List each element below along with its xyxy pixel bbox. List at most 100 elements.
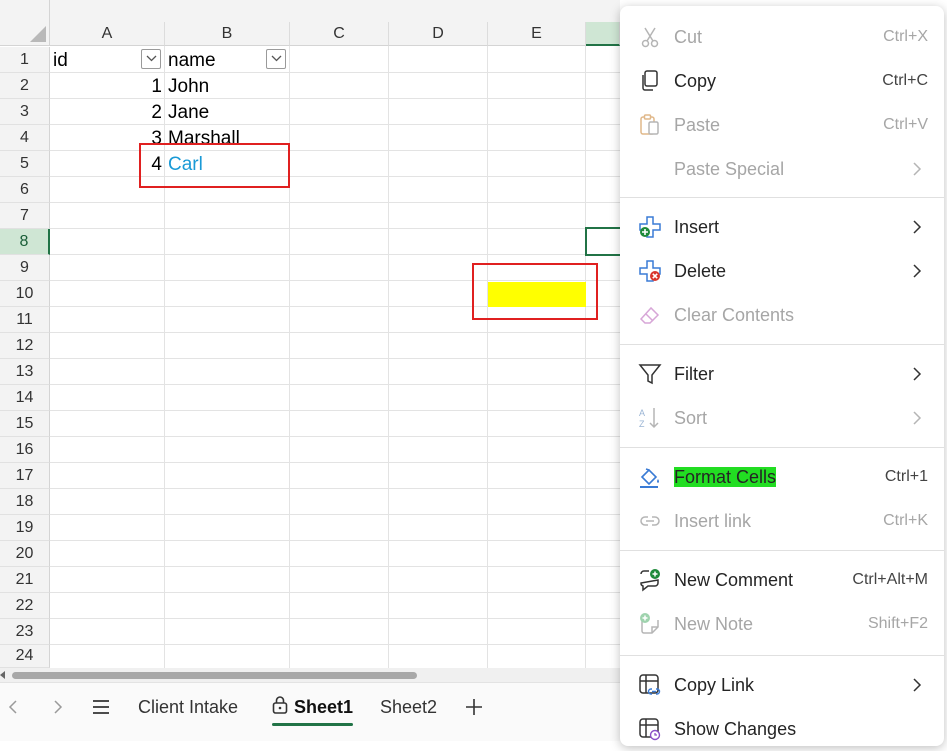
menu-item-new-note[interactable]: New Note Shift+F2 <box>620 602 944 646</box>
menu-item-filter[interactable]: Filter <box>620 352 944 396</box>
row-header[interactable]: 9 <box>0 255 50 281</box>
column-header-c[interactable]: C <box>290 22 389 46</box>
row-header[interactable]: 5 <box>0 151 50 177</box>
horizontal-scrollbar[interactable] <box>0 668 620 682</box>
sheet-tab-label: Sheet2 <box>380 696 438 717</box>
column-header-e[interactable]: E <box>488 22 586 46</box>
cell-a1[interactable]: id <box>53 48 68 74</box>
active-cell-f8[interactable] <box>585 227 625 256</box>
row-header[interactable]: 1 <box>0 47 50 73</box>
menu-item-label: Cut <box>674 27 703 47</box>
menu-item-format-cells[interactable]: Format Cells Ctrl+1 <box>620 455 944 499</box>
cell-b1[interactable]: name <box>168 48 216 74</box>
row-header[interactable]: 7 <box>0 203 50 229</box>
row-header[interactable]: 14 <box>0 385 50 411</box>
comment-add-icon <box>638 568 662 592</box>
menu-item-insert-link[interactable]: Insert link Ctrl+K <box>620 499 944 543</box>
column-header-f[interactable] <box>586 22 620 46</box>
shortcut-text: Ctrl+Alt+M <box>852 571 928 588</box>
filter-dropdown-name[interactable] <box>266 49 286 69</box>
menu-item-label: Paste Special <box>674 159 785 179</box>
menu-item-clear-contents[interactable]: Clear Contents <box>620 293 944 337</box>
row-header[interactable]: 15 <box>0 411 50 437</box>
copy-icon <box>638 69 662 93</box>
add-sheet-icon[interactable] <box>465 698 483 721</box>
select-all-corner[interactable] <box>0 0 50 46</box>
row-header[interactable]: 21 <box>0 567 50 593</box>
menu-item-label: Clear Contents <box>674 305 795 325</box>
menu-item-show-changes[interactable]: Show Changes <box>620 707 944 751</box>
menu-item-copy[interactable]: Copy Ctrl+C <box>620 59 944 103</box>
scrollbar-thumb[interactable] <box>12 672 417 679</box>
scissors-icon <box>638 25 662 49</box>
highlighted-label: Format Cells <box>674 467 777 487</box>
shortcut-text: Ctrl+X <box>883 28 928 45</box>
paint-bucket-icon <box>638 465 662 489</box>
row-header[interactable]: 2 <box>0 73 50 99</box>
column-header-b[interactable]: B <box>165 22 290 46</box>
row-header[interactable]: 18 <box>0 489 50 515</box>
sheet-tab-client-intake[interactable]: Client Intake <box>138 683 238 731</box>
row-header[interactable]: 10 <box>0 281 50 307</box>
chevron-right-icon <box>912 219 922 240</box>
menu-item-label: Show Changes <box>674 719 797 739</box>
row-header[interactable]: 3 <box>0 99 50 125</box>
menu-item-label: Filter <box>674 364 714 384</box>
row-header[interactable]: 16 <box>0 437 50 463</box>
menu-item-sort[interactable]: AZ Sort <box>620 396 944 440</box>
menu-item-new-comment[interactable]: New Comment Ctrl+Alt+M <box>620 558 944 602</box>
menu-item-label: New Comment <box>674 570 794 590</box>
shortcut-text: Ctrl+1 <box>884 468 928 485</box>
row-header[interactable]: 12 <box>0 333 50 359</box>
annotation-box-yellow-cell <box>472 263 598 320</box>
menu-item-copy-link[interactable]: Copy Link <box>620 663 944 707</box>
shortcut-text: Shift+F2 <box>867 615 928 632</box>
table-history-icon <box>638 717 662 741</box>
menu-separator <box>620 344 944 345</box>
row-header[interactable]: 6 <box>0 177 50 203</box>
row-header[interactable]: 20 <box>0 541 50 567</box>
sheet-tab-sheet1[interactable]: Sheet1 <box>272 683 354 731</box>
column-header-a[interactable]: A <box>50 22 165 46</box>
column-header-d[interactable]: D <box>389 22 488 46</box>
next-sheet-icon[interactable] <box>53 699 63 720</box>
menu-item-label: Copy <box>674 71 717 91</box>
row-header[interactable]: 19 <box>0 515 50 541</box>
row-header-selected[interactable]: 8 <box>0 229 50 255</box>
svg-text:Z: Z <box>639 419 645 429</box>
delete-cells-icon <box>638 259 662 283</box>
scroll-left-arrow-icon[interactable] <box>0 671 5 679</box>
shortcut-text: Ctrl+V <box>883 116 928 133</box>
sheet-tab-label: Sheet1 <box>294 696 354 717</box>
menu-item-cut[interactable]: Cut Ctrl+X <box>620 15 944 59</box>
annotation-box-carl <box>139 143 290 188</box>
column-header-strip <box>50 0 620 22</box>
cell-b2[interactable]: John <box>168 74 209 100</box>
menu-item-paste-special[interactable]: Paste Special <box>620 147 944 191</box>
all-sheets-menu-icon[interactable] <box>92 699 110 720</box>
menu-item-insert[interactable]: Insert <box>620 205 944 249</box>
cell-b3[interactable]: Jane <box>168 100 209 126</box>
row-header[interactable]: 11 <box>0 307 50 333</box>
sheet-tab-bar: Client Intake Sheet1 Sheet2 <box>0 682 620 741</box>
menu-item-label: Insert <box>674 217 720 237</box>
cell-a2[interactable]: 1 <box>120 74 162 100</box>
lock-icon <box>272 695 288 720</box>
row-header[interactable]: 23 <box>0 619 50 645</box>
row-header[interactable]: 17 <box>0 463 50 489</box>
chevron-down-icon <box>271 55 282 62</box>
filter-dropdown-id[interactable] <box>141 49 161 69</box>
sheet-tab-sheet2[interactable]: Sheet2 <box>380 683 437 731</box>
clipboard-paste-icon <box>638 113 662 137</box>
menu-item-paste[interactable]: Paste Ctrl+V <box>620 103 944 147</box>
menu-item-delete[interactable]: Delete <box>620 249 944 293</box>
cell-a3[interactable]: 2 <box>120 100 162 126</box>
row-header[interactable]: 4 <box>0 125 50 151</box>
row-header[interactable]: 22 <box>0 593 50 619</box>
svg-text:A: A <box>639 408 645 418</box>
sheet-tab-label: Client Intake <box>138 696 239 717</box>
row-header[interactable]: 24 <box>0 645 50 668</box>
row-header[interactable]: 13 <box>0 359 50 385</box>
context-menu: Cut Ctrl+X Copy Ctrl+C Paste Ctrl+V Past… <box>620 6 944 746</box>
previous-sheet-icon[interactable] <box>8 699 18 720</box>
